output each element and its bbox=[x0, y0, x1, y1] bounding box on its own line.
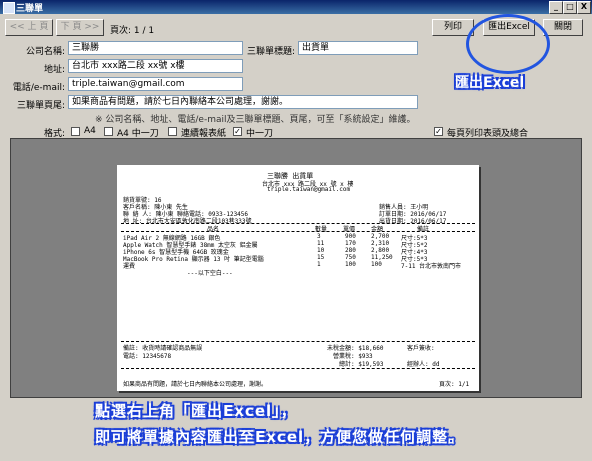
preview-row-price: 280 bbox=[345, 247, 356, 254]
preview-row-amount: 2,700 bbox=[371, 233, 390, 240]
preview-row-price: 100 bbox=[345, 261, 356, 268]
preview-email: triple.taiwan@gmail.com bbox=[267, 186, 351, 193]
print-preview[interactable]: 三聯勝 出貨單 台北市 xxx 路二段 xx 號 x 樓 triple.taiw… bbox=[10, 138, 582, 398]
company-field[interactable]: 三聯勝 bbox=[68, 41, 243, 55]
format-continuous-checkbox[interactable] bbox=[168, 127, 177, 136]
contact-label: 電話/e-mail: bbox=[12, 83, 65, 93]
preview-page-number: 頁次: 1/1 bbox=[439, 381, 470, 388]
preview-row-amount: 11,250 bbox=[371, 254, 393, 261]
preview-customer-sign: 客戶簽收: bbox=[407, 345, 435, 352]
preview-footer: 如果商品有問題，請於七日內聯絡本公司處理，謝謝。 bbox=[123, 381, 268, 388]
title-bar: 三聯單 _ □ X bbox=[0, 0, 592, 14]
footer-field[interactable]: 如果商品有問題，請於七日內聯絡本公司處理，謝謝。 bbox=[68, 95, 418, 109]
format-a4-checkbox[interactable] bbox=[71, 127, 80, 136]
preview-row-qty: 1 bbox=[317, 261, 321, 268]
window-title: 三聯單 bbox=[16, 4, 44, 14]
format-a4-half-checkbox[interactable] bbox=[104, 127, 113, 136]
next-page-button[interactable]: 下 頁 >> bbox=[56, 19, 104, 36]
preview-divider bbox=[121, 368, 475, 369]
close-button[interactable]: 關閉 bbox=[543, 19, 583, 36]
preview-row-qty: 11 bbox=[317, 240, 325, 247]
footer-label: 三聯單頁尾: bbox=[16, 101, 65, 111]
minimize-button[interactable]: _ bbox=[549, 1, 563, 14]
per-page-header-checkbox[interactable]: ✓ bbox=[434, 127, 443, 136]
maximize-button[interactable]: □ bbox=[563, 1, 577, 14]
preview-row-name: MacBook Pro Retina 顯示器 13 吋 筆記型電腦 bbox=[123, 256, 264, 263]
title-field[interactable]: 出貨單 bbox=[298, 41, 418, 55]
preview-below-rows: ---以下空白--- bbox=[187, 270, 233, 277]
preview-page: 三聯勝 出貨單 台北市 xxx 路二段 xx 號 x 樓 triple.taiw… bbox=[117, 165, 479, 391]
contact-field[interactable]: triple.taiwan@gmail.com bbox=[68, 77, 243, 91]
title-label: 三聯單標題: bbox=[246, 47, 295, 57]
tutorial-banner-line1: 點選右上角「匯出Excel」， bbox=[95, 402, 297, 420]
preview-row-price: 900 bbox=[345, 233, 356, 240]
preview-row-qty: 3 bbox=[317, 233, 321, 240]
close-window-button[interactable]: X bbox=[577, 1, 591, 14]
format-half-checkbox[interactable]: ✓ bbox=[233, 127, 242, 136]
preview-phone: 電話: 12345678 bbox=[123, 353, 172, 360]
preview-row-name: 運費 bbox=[123, 263, 136, 270]
preview-row-note: 7-11 台北市敦南門市 bbox=[401, 263, 462, 270]
tutorial-banner-line2: 即可將單據內容匯出至Excel，方便您做任何調整。 bbox=[95, 428, 465, 446]
preview-handler: 經辦人: dd bbox=[407, 361, 440, 368]
preview-row-qty: 15 bbox=[317, 254, 325, 261]
company-label: 公司名稱: bbox=[25, 47, 65, 57]
preview-divider bbox=[121, 341, 475, 342]
page-indicator: 頁次: 1 / 1 bbox=[110, 26, 155, 36]
preview-total: 總計: $19,593 bbox=[339, 361, 384, 368]
preview-row-amount: 2,310 bbox=[371, 240, 390, 247]
export-callout: 匯出Excel bbox=[455, 75, 525, 91]
export-highlight-ring bbox=[466, 14, 550, 74]
preview-row-amount: 100 bbox=[371, 261, 382, 268]
preview-row-qty: 10 bbox=[317, 247, 325, 254]
address-label: 地址: bbox=[43, 65, 65, 75]
preview-row-price: 170 bbox=[345, 240, 356, 247]
format-a4-label: A4 bbox=[84, 126, 96, 136]
settings-note: ※ 公司名稱、地址、電話/e-mail及三聯單標題、頁尾，可至「系統設定」維護。 bbox=[95, 115, 416, 125]
prev-page-button[interactable]: << 上 頁 bbox=[5, 19, 53, 36]
address-field[interactable]: 台北市 xxx路二段 xx號 x樓 bbox=[68, 59, 243, 73]
preview-divider bbox=[121, 231, 475, 232]
preview-row-price: 750 bbox=[345, 254, 356, 261]
app-icon bbox=[3, 2, 15, 14]
preview-row-amount: 2,800 bbox=[371, 247, 390, 254]
